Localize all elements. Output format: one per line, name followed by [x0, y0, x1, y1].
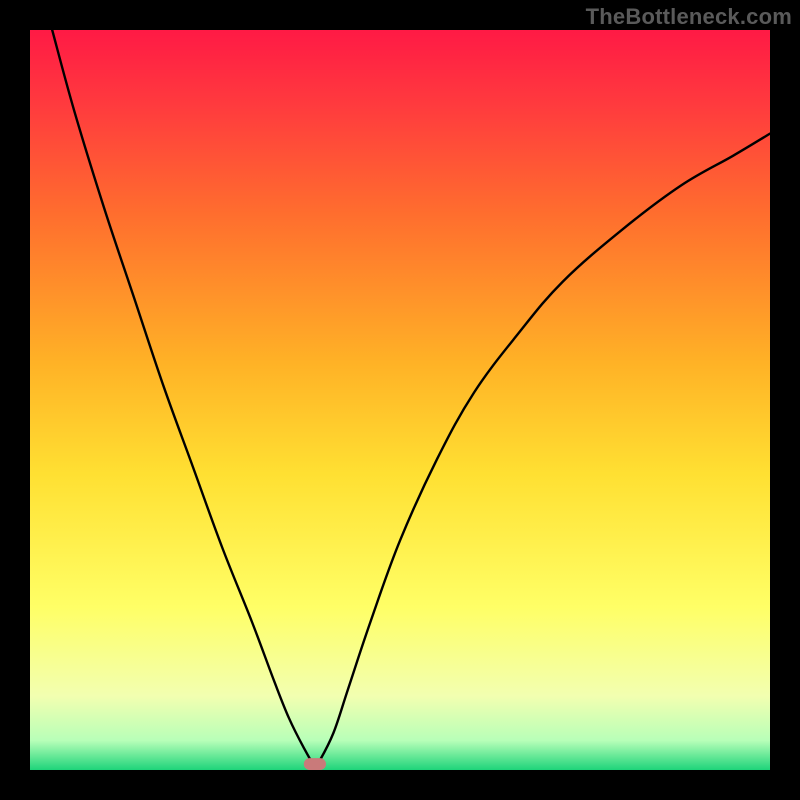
bottleneck-marker — [304, 758, 326, 770]
chart-plot-area — [30, 30, 770, 770]
chart-background-gradient — [30, 30, 770, 770]
chart-svg — [30, 30, 770, 770]
attribution-text: TheBottleneck.com — [586, 4, 792, 30]
chart-root: TheBottleneck.com — [0, 0, 800, 800]
